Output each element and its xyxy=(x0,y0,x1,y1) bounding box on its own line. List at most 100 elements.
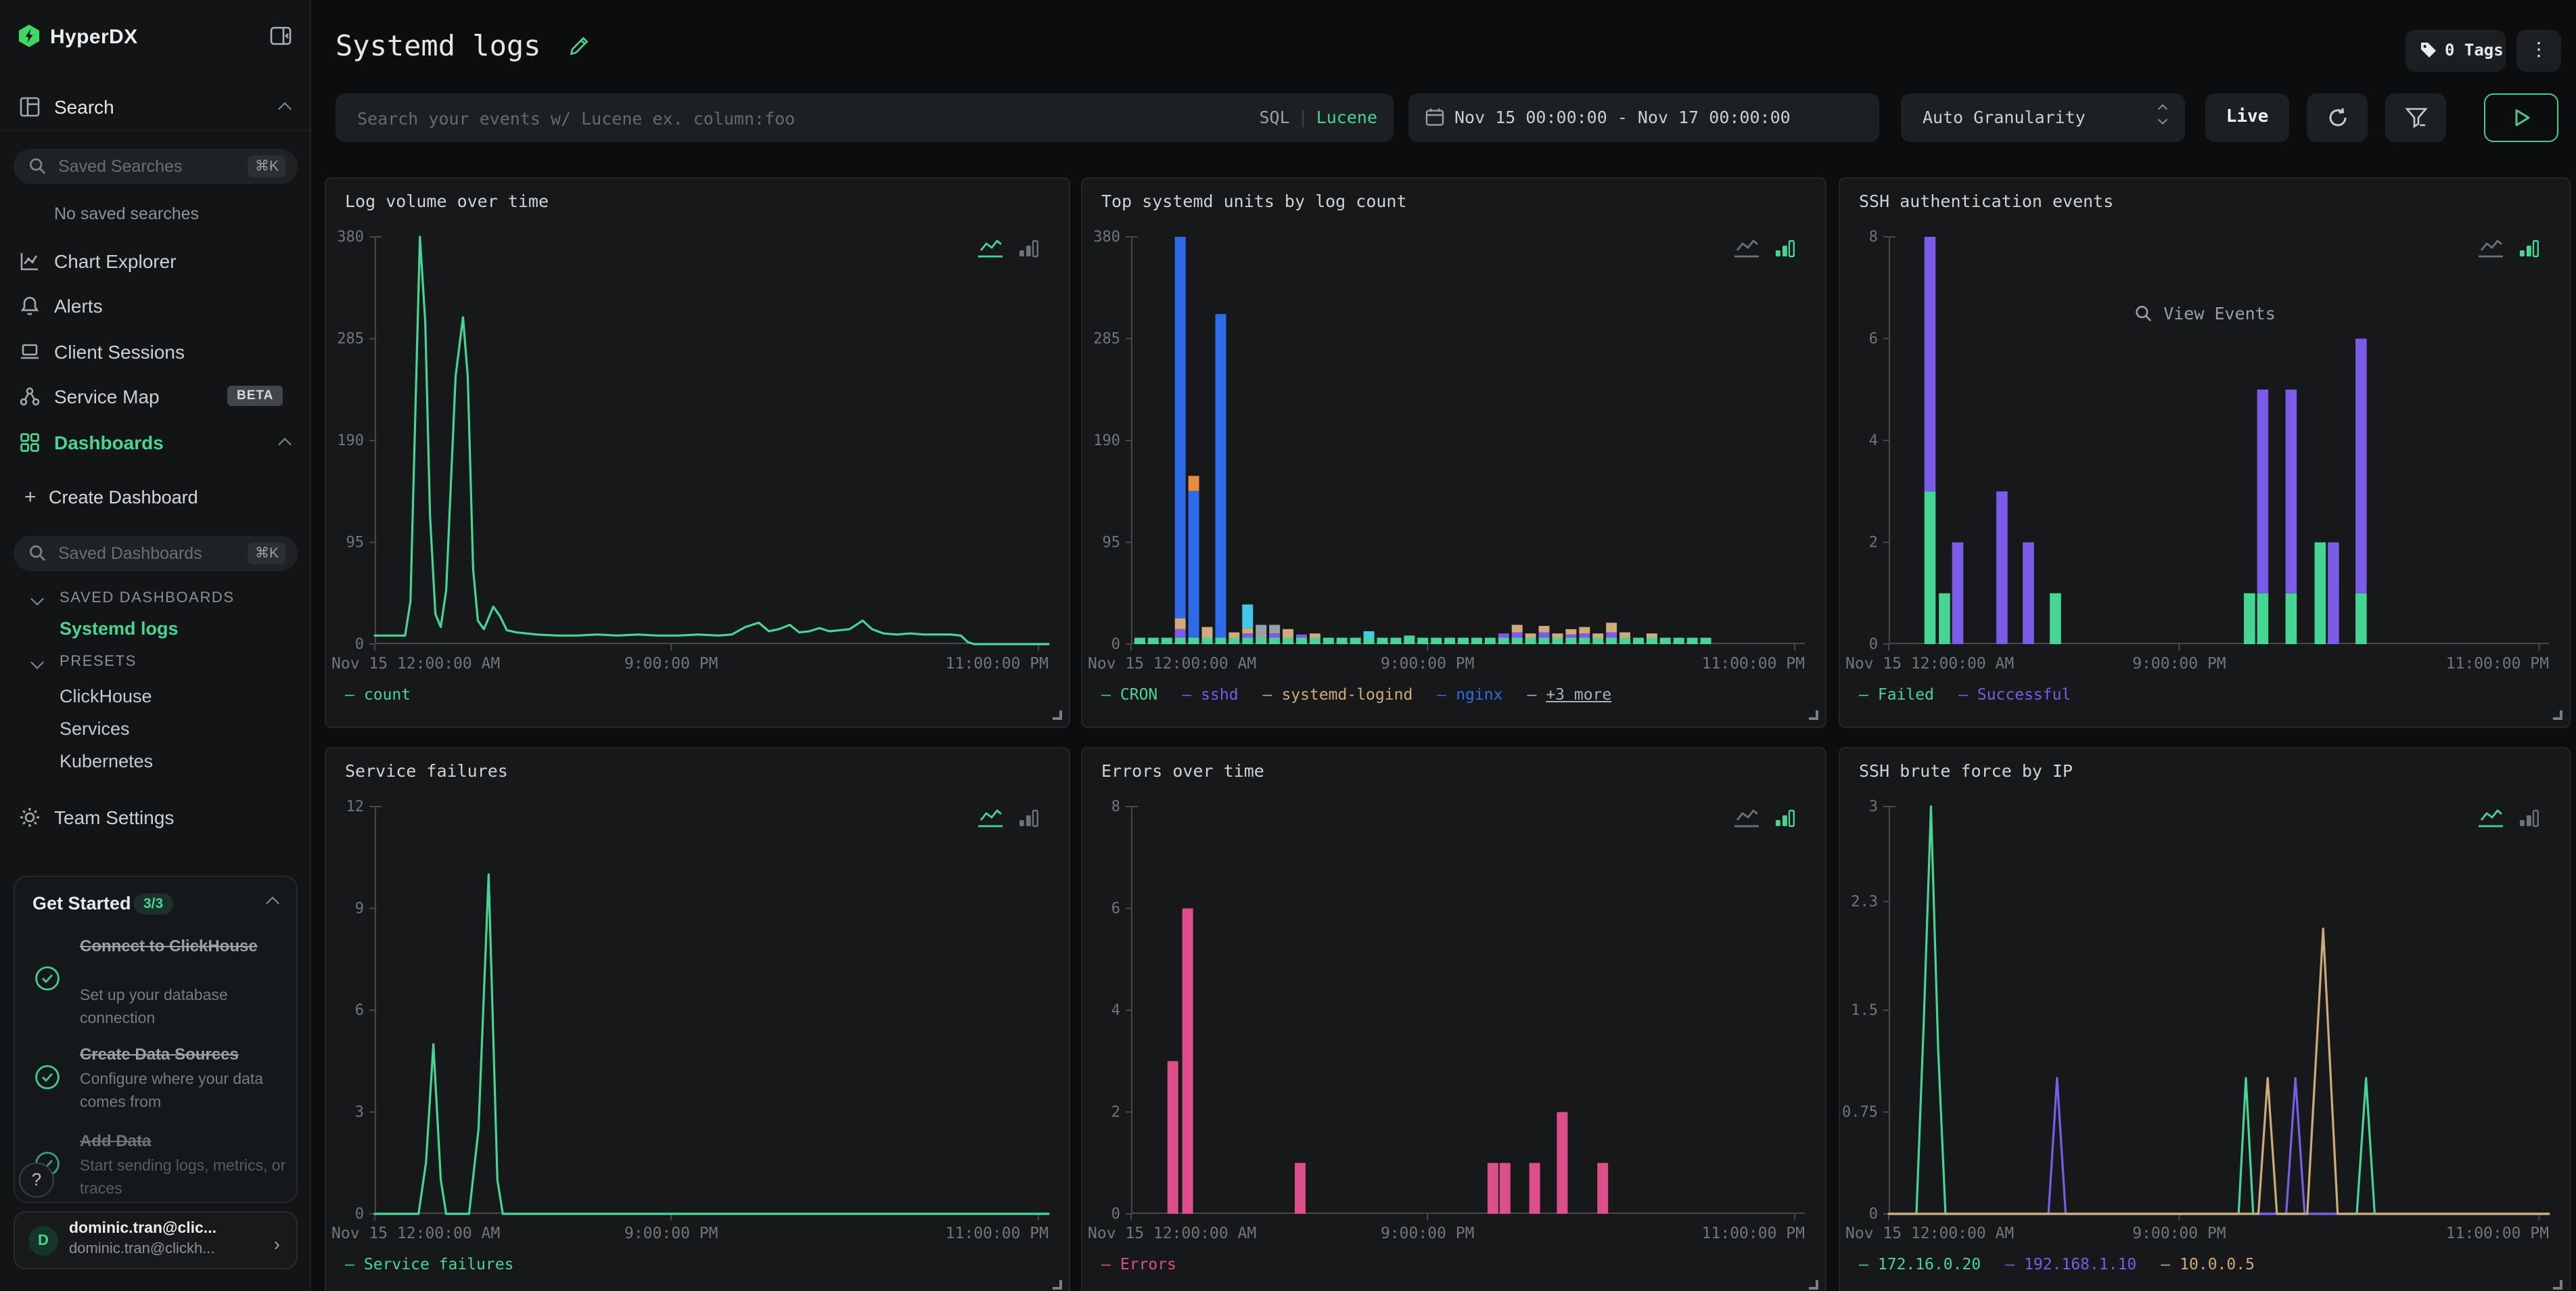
bar-segment-CRON xyxy=(1565,637,1576,644)
saved-searches-input[interactable] xyxy=(55,149,231,184)
user-menu[interactable]: D dominic.tran@clic... dominic.tran@clic… xyxy=(14,1211,298,1269)
sidebar-item-team-settings[interactable]: Team Settings xyxy=(0,797,311,838)
legend-item[interactable]: —Failed xyxy=(1859,685,1934,704)
collapse-sidebar-icon[interactable] xyxy=(269,24,292,47)
y-tick-label: 3 xyxy=(355,1104,364,1121)
help-button[interactable]: ? xyxy=(19,1162,54,1198)
legend-item[interactable]: —+3 more xyxy=(1527,685,1611,704)
y-tick-label: 6 xyxy=(1869,331,1878,348)
saved-dashboards-input[interactable] xyxy=(55,536,231,571)
line-series-192.168.1.10 xyxy=(1889,1078,2549,1214)
event-search-input[interactable] xyxy=(354,93,1220,142)
chart-plot[interactable]: 02468Nov 15 12:00:00 AM9:00:00 PM11:00:0… xyxy=(1889,237,2549,644)
sidebar-item-chart-explorer[interactable]: Chart Explorer xyxy=(0,241,311,281)
resize-handle[interactable] xyxy=(2553,710,2562,720)
y-tick-label: 285 xyxy=(337,331,364,348)
y-tick-label: 0 xyxy=(355,1206,364,1223)
get-started-item-title[interactable]: Connect to ClickHouse xyxy=(80,934,294,958)
legend-item[interactable]: —sshd xyxy=(1182,685,1238,704)
more-options-button[interactable]: ⋮ xyxy=(2516,30,2561,72)
panel-errors: Errors over time 02468Nov 15 12:00:00 AM… xyxy=(1081,747,1826,1291)
line-series-10.0.0.5 xyxy=(1889,929,2549,1214)
y-tick-label: 4 xyxy=(1869,432,1878,449)
chart-legend: —Service failures xyxy=(345,1254,513,1273)
logo-row: HyperDX xyxy=(0,19,311,54)
line-series-Service failures xyxy=(375,874,1049,1214)
resize-handle[interactable] xyxy=(1809,710,1818,720)
resize-handle[interactable] xyxy=(1053,710,1062,720)
bar-segment-CRON xyxy=(1283,637,1293,644)
bar-segment-CRON xyxy=(1701,637,1711,644)
sidebar-preset-services[interactable]: Services xyxy=(60,719,130,739)
legend-item[interactable]: —Successful xyxy=(1958,685,2071,704)
legend-item[interactable]: —systemd-logind xyxy=(1263,685,1413,704)
sidebar-preset-clickhouse[interactable]: ClickHouse xyxy=(60,686,152,706)
legend-item[interactable]: —nginx xyxy=(1437,685,1502,704)
bar-segment-CRON xyxy=(1269,637,1280,644)
bar-segment-nginx xyxy=(1189,491,1199,637)
y-tick-label: 9 xyxy=(355,901,364,918)
legend-item[interactable]: —Errors xyxy=(1101,1254,1176,1273)
chart-legend: —Errors xyxy=(1101,1254,1176,1273)
bar-segment-CRON xyxy=(1148,637,1159,644)
saved-searches-search[interactable]: ⌘K xyxy=(14,149,298,184)
chevron-up-icon[interactable] xyxy=(278,102,292,116)
tags-button[interactable]: 0 Tags xyxy=(2406,30,2506,72)
time-range-picker[interactable]: Nov 15 00:00:00 - Nov 17 00:00:00 xyxy=(1408,93,1879,142)
saved-dashboards-search[interactable]: ⌘K xyxy=(14,536,298,571)
filter-button[interactable] xyxy=(2385,93,2446,142)
panel-service-failures: Service failures 036912Nov 15 12:00:00 A… xyxy=(325,747,1070,1291)
legend-item[interactable]: —CRON xyxy=(1101,685,1157,704)
sidebar-preset-kubernetes[interactable]: Kubernetes xyxy=(60,751,153,771)
chart-plot[interactable]: 095190285380Nov 15 12:00:00 AM9:00:00 PM… xyxy=(1131,237,1805,644)
get-started-item-title[interactable]: Create Data Sources xyxy=(80,1042,294,1066)
granularity-select[interactable]: Auto Granularity xyxy=(1901,93,2185,142)
beta-badge: BETA xyxy=(227,386,283,406)
bar-segment-Failed xyxy=(2244,593,2255,644)
legend-item[interactable]: —172.16.0.20 xyxy=(1859,1254,1981,1273)
chart-plot[interactable]: 00.751.52.33Nov 15 12:00:00 AM9:00:00 PM… xyxy=(1889,807,2549,1214)
chevron-up-icon[interactable] xyxy=(266,897,279,910)
y-tick-label: 380 xyxy=(337,229,364,246)
query-language-toggle[interactable]: SQL|Lucene xyxy=(1259,107,1377,127)
dashboards-grid-icon xyxy=(19,432,41,453)
bar-segment-CRON xyxy=(1390,637,1401,644)
sidebar-item-service-map[interactable]: Service Map BETA xyxy=(0,376,311,417)
bar-segment-Errors xyxy=(1295,1163,1306,1214)
get-started-item-title[interactable]: Add Data xyxy=(80,1129,294,1153)
resize-handle[interactable] xyxy=(2553,1280,2562,1290)
sidebar-dashboard-systemd-logs[interactable]: Systemd logs xyxy=(60,618,179,639)
bar-segment-CRON xyxy=(1323,637,1334,644)
bar-segment-sshd xyxy=(1579,633,1590,637)
sidebar-item-client-sessions[interactable]: Client Sessions xyxy=(0,332,311,372)
chart-plot[interactable]: 02468Nov 15 12:00:00 AM9:00:00 PM11:00:0… xyxy=(1131,807,1805,1214)
legend-item[interactable]: —10.0.0.5 xyxy=(2161,1254,2255,1273)
chart-plot[interactable]: 036912Nov 15 12:00:00 AM9:00:00 PM11:00:… xyxy=(375,807,1049,1214)
resize-handle[interactable] xyxy=(1053,1280,1062,1290)
refresh-button[interactable] xyxy=(2307,93,2368,142)
event-search-bar[interactable]: SQL|Lucene xyxy=(336,93,1394,142)
resize-handle[interactable] xyxy=(1809,1280,1818,1290)
y-tick-label: 0.75 xyxy=(1842,1104,1878,1121)
legend-item[interactable]: —192.168.1.10 xyxy=(2005,1254,2136,1273)
legend-item[interactable]: —count xyxy=(345,685,411,704)
bar-segment-CRON xyxy=(1337,637,1348,644)
edit-title-icon[interactable] xyxy=(568,35,590,57)
legend-item[interactable]: —Service failures xyxy=(345,1254,513,1273)
live-button[interactable]: Live xyxy=(2205,93,2289,142)
x-tick-label: Nov 15 12:00:00 AM xyxy=(331,1225,500,1242)
sidebar-item-alerts[interactable]: Alerts xyxy=(0,286,311,326)
bar-segment-sshd xyxy=(1498,633,1509,637)
sidebar-item-dashboards[interactable]: Dashboards xyxy=(0,422,311,463)
tag-icon xyxy=(2419,41,2438,60)
x-tick-label: Nov 15 12:00:00 AM xyxy=(1845,655,2014,673)
x-tick-label: Nov 15 12:00:00 AM xyxy=(1088,655,1256,673)
run-query-button[interactable] xyxy=(2484,93,2558,142)
panel-title: Errors over time xyxy=(1101,761,1264,781)
chart-plot[interactable]: 095190285380Nov 15 12:00:00 AM9:00:00 PM… xyxy=(375,237,1049,644)
chevron-up-icon[interactable] xyxy=(278,438,292,451)
sidebar-item-search[interactable]: Search xyxy=(0,87,311,127)
bar-segment-systemd-logind xyxy=(1565,629,1576,635)
bar-segment-Errors xyxy=(1500,1163,1511,1214)
bar-segment-CRON xyxy=(1431,637,1442,644)
